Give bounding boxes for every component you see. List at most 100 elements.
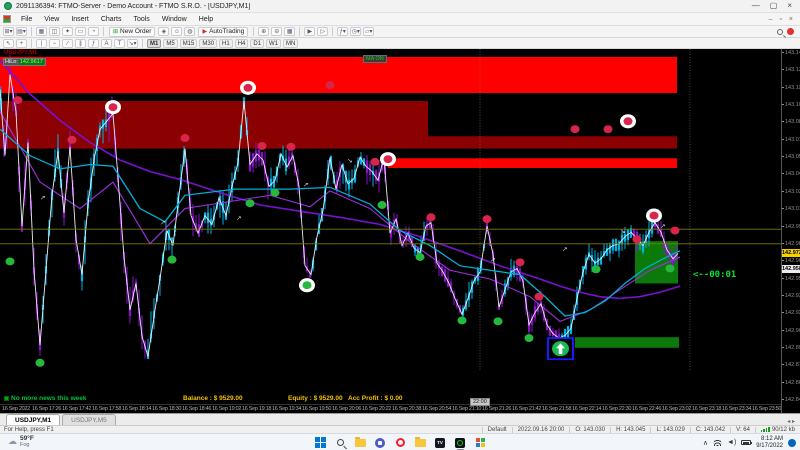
price-tick: 143.040 xyxy=(782,171,800,177)
tradingview-icon[interactable]: TV xyxy=(435,437,446,448)
standard-toolbar: ⊞▾▤▾▦◫✦▭◔⊞New Order◈☺◍▶AutoTrading⊕⊖▦▶▷ƒ… xyxy=(0,26,800,38)
taskbar-clock[interactable]: 8:12 AM 9/17/2022 xyxy=(756,436,783,450)
community-icon[interactable]: ◍ xyxy=(184,27,195,36)
minimize-button[interactable]: — xyxy=(752,1,760,11)
navigator-icon[interactable]: ✦ xyxy=(62,27,73,36)
indicators-icon[interactable]: ƒ▾ xyxy=(337,27,348,36)
chart-shift-icon[interactable]: ▷ xyxy=(317,27,328,36)
taskbar-icons: TV xyxy=(0,434,800,450)
arrows-icon[interactable]: ↘▾ xyxy=(127,39,138,48)
title-bar: 2091136394: FTMO-Server - Demo Account -… xyxy=(0,0,800,13)
price-chart[interactable]: ↗↗↗↗↘↗↗↘↗ xyxy=(0,49,781,413)
search-icon[interactable] xyxy=(777,29,783,35)
new-order-button[interactable]: ⊞New Order xyxy=(109,27,155,37)
trendline-icon[interactable]: ∕ xyxy=(62,39,73,48)
trend-arrow: ↗ xyxy=(160,220,166,227)
data-window-icon[interactable]: ◫ xyxy=(49,27,60,36)
grid-app-icon[interactable] xyxy=(475,437,486,448)
horizontal-line-icon[interactable]: − xyxy=(49,39,60,48)
child-restore-button[interactable]: ▫ xyxy=(779,16,781,23)
market-watch-icon[interactable]: ▦ xyxy=(36,27,47,36)
tray-chevron-icon[interactable]: ∧ xyxy=(703,439,708,447)
terminal-icon[interactable]: ▭ xyxy=(75,27,86,36)
autotrading-button-icon: ▶ xyxy=(202,28,207,35)
file-explorer-icon[interactable] xyxy=(355,437,366,448)
child-close-button[interactable]: × xyxy=(789,16,793,23)
battery-icon[interactable] xyxy=(741,440,751,445)
label-icon[interactable]: T xyxy=(114,39,125,48)
autotrading-button[interactable]: ▶AutoTrading xyxy=(198,27,248,37)
price-tick: 143.070 xyxy=(782,137,800,143)
wifi-icon[interactable] xyxy=(713,439,722,446)
trend-arrow: ↗ xyxy=(303,182,309,189)
ftmo-mt4-icon[interactable] xyxy=(455,437,466,448)
buy-signal-dot xyxy=(6,257,15,265)
buy-signal-dot xyxy=(666,264,675,272)
crosshair-icon[interactable]: + xyxy=(16,39,27,48)
menu-window[interactable]: Window xyxy=(156,16,193,23)
metaeditor-icon[interactable]: ◈ xyxy=(158,27,169,36)
time-tick: 16 Sep 19:34 xyxy=(272,406,301,412)
templates-icon[interactable]: ▱▾ xyxy=(363,27,374,36)
sell-signal-dot xyxy=(633,235,642,243)
tab-usdjpy-m1[interactable]: USDJPY,M1 xyxy=(6,414,60,425)
timeframe-h4-button[interactable]: H4 xyxy=(235,39,249,48)
tile-windows-icon[interactable]: ▦ xyxy=(284,27,295,36)
menu-help[interactable]: Help xyxy=(193,16,219,23)
time-tick: 16 Sep 23:50 xyxy=(752,406,781,412)
price-axis: 142.972 142.958 143.145143.130143.115143… xyxy=(781,49,800,413)
time-tick: 16 Sep 21:42 xyxy=(512,406,541,412)
sell-signal-dot xyxy=(604,125,613,133)
buy-signal-dot xyxy=(246,199,255,207)
folder-icon[interactable] xyxy=(415,437,426,448)
time-tick: 16 Sep 22:14 xyxy=(572,406,601,412)
zoom-in-icon[interactable]: ⊕ xyxy=(258,27,269,36)
autoscroll-icon[interactable]: ▶ xyxy=(304,27,315,36)
notification-icon[interactable] xyxy=(787,28,794,35)
toolbar-separator xyxy=(31,27,32,36)
timeframe-d1-button[interactable]: D1 xyxy=(250,39,264,48)
price-tick: 143.055 xyxy=(782,154,800,160)
timeframe-m5-button[interactable]: M5 xyxy=(163,39,177,48)
start-icon[interactable] xyxy=(315,437,326,448)
buy-signal-dot xyxy=(168,256,177,264)
fibonacci-icon[interactable]: ƒ xyxy=(88,39,99,48)
menu-file[interactable]: File xyxy=(15,16,38,23)
close-button[interactable]: × xyxy=(787,1,792,11)
teams-icon[interactable] xyxy=(375,437,386,448)
tab-scroll-arrows[interactable]: ◂ ▸ xyxy=(787,418,800,425)
ma-on-button[interactable]: MA ON xyxy=(363,55,387,63)
timeframe-w1-button[interactable]: W1 xyxy=(266,39,281,48)
timeframe-m1-button[interactable]: M1 xyxy=(147,39,161,48)
new-chart-icon[interactable]: ⊞▾ xyxy=(3,27,14,36)
search-icon[interactable] xyxy=(335,437,346,448)
timeframe-m15-button[interactable]: M15 xyxy=(180,39,198,48)
text-icon[interactable]: A xyxy=(101,39,112,48)
chat-icon[interactable]: ☺ xyxy=(171,27,182,36)
vertical-line-icon[interactable]: ∣ xyxy=(36,39,47,48)
timeframe-m30-button[interactable]: M30 xyxy=(199,39,217,48)
strategy-tester-icon[interactable]: ◔ xyxy=(88,27,99,36)
profiles-icon[interactable]: ▤▾ xyxy=(16,27,27,36)
sell-signal-dot xyxy=(671,227,680,235)
equity-label: Equity : $ 9529.00 xyxy=(288,395,343,402)
menu-charts[interactable]: Charts xyxy=(95,16,128,23)
periods-icon[interactable]: ◷▾ xyxy=(350,27,361,36)
zoom-out-icon[interactable]: ⊖ xyxy=(271,27,282,36)
menu-insert[interactable]: Insert xyxy=(65,16,95,23)
tab-usdjpy-m5[interactable]: USDJPY,M5 xyxy=(62,414,116,425)
menu-tools[interactable]: Tools xyxy=(127,16,155,23)
price-tick: 142.980 xyxy=(782,241,800,247)
time-tick: 16 Sep 21:26 xyxy=(482,406,511,412)
child-minimize-button[interactable]: – xyxy=(769,16,773,23)
channel-icon[interactable]: ∥ xyxy=(75,39,86,48)
timeframe-h1-button[interactable]: H1 xyxy=(219,39,233,48)
clock-time: 8:12 AM xyxy=(756,436,783,443)
menu-view[interactable]: View xyxy=(38,16,65,23)
timeframe-mn-button[interactable]: MN xyxy=(283,39,298,48)
notification-badge[interactable] xyxy=(788,439,796,447)
volume-icon[interactable]: ◄) xyxy=(727,439,736,446)
opera-icon[interactable] xyxy=(395,437,406,448)
cursor-icon[interactable]: ↖ xyxy=(3,39,14,48)
maximize-button[interactable]: ▢ xyxy=(770,1,778,11)
